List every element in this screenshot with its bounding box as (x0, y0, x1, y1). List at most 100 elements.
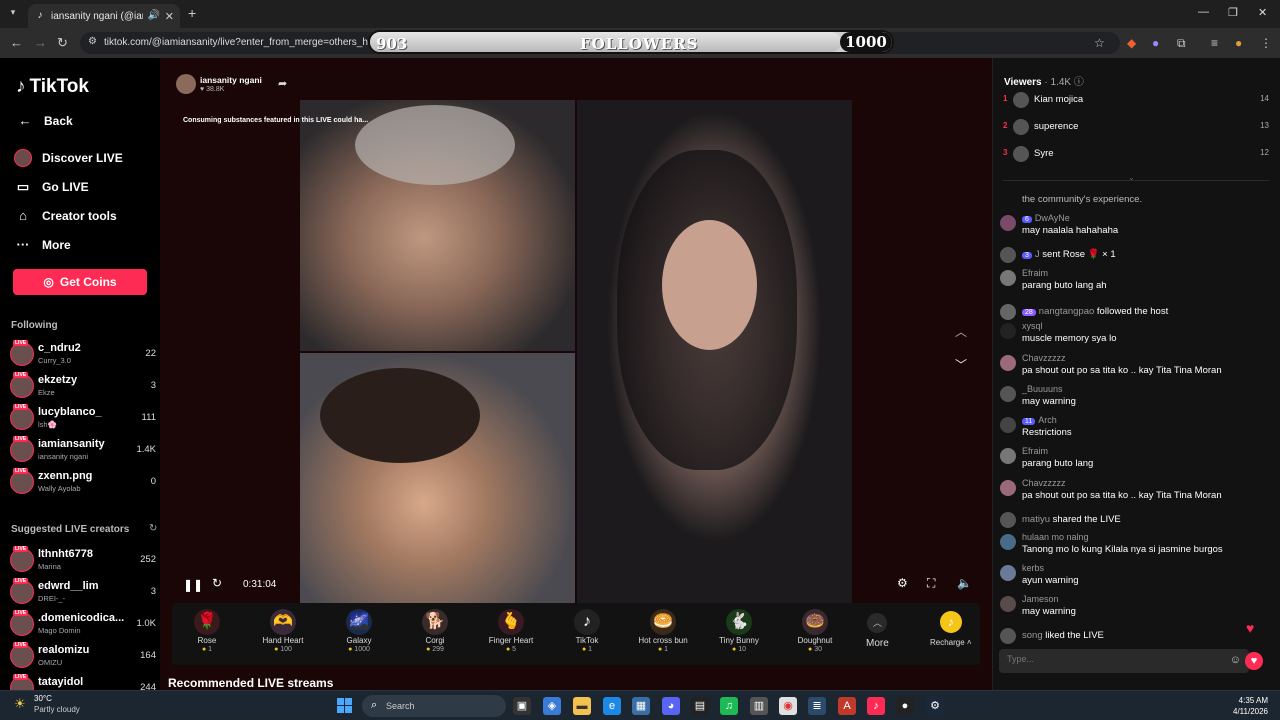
gift-item[interactable]: ♪ TikTok ● 1 (552, 609, 622, 653)
top-viewer-row[interactable]: 1 Kian mojica 14 (1003, 91, 1269, 111)
edge-icon[interactable]: e (603, 697, 621, 715)
following-account[interactable]: LIVE c_ndru2 Curry_3.0 22 (10, 340, 158, 368)
like-heart-icon[interactable]: ♥ (1245, 652, 1263, 670)
close-tab-icon[interactable]: ✕ (165, 10, 174, 23)
chat-username[interactable]: Efraim (1022, 446, 1048, 456)
close-window-icon[interactable]: ✕ (1258, 6, 1267, 19)
emoji-icon[interactable]: ☺ (1230, 654, 1241, 666)
new-tab-icon[interactable]: + (188, 5, 196, 21)
app-icon-2[interactable]: ● (896, 697, 914, 715)
following-account[interactable]: LIVE zxenn.png Wally Ayolab 0 (10, 468, 158, 496)
fullscreen-icon[interactable]: ⛶ (927, 576, 935, 591)
volume-icon[interactable]: 🔈 (957, 576, 972, 590)
gift-item[interactable]: 🌌 Galaxy ● 1000 (324, 609, 394, 653)
nav-more[interactable]: ··· More (14, 237, 71, 252)
extensions-puzzle-icon[interactable]: ⧉ (1177, 36, 1186, 51)
previous-stream-icon[interactable]: ︿ (955, 323, 967, 340)
get-coins-button[interactable]: ◎ Get Coins (13, 269, 147, 295)
gift-item[interactable]: 🌹 Rose ● 1 (172, 609, 242, 653)
tiktok-taskbar-icon[interactable]: ♪ (867, 697, 885, 715)
gift-item[interactable]: 🐇 Tiny Bunny ● 10 (704, 609, 774, 653)
chat-input-box[interactable]: ☺ (999, 649, 1249, 673)
taskbar-search[interactable]: ⌕ Search (362, 695, 506, 717)
adobe-icon[interactable]: A (838, 697, 856, 715)
chat-username[interactable]: kerbs (1022, 563, 1044, 573)
suggested-account[interactable]: LIVE edwrd__lim DREI-_- 3 (10, 578, 158, 606)
site-info-icon[interactable]: ⚙ (88, 36, 97, 47)
following-account[interactable]: LIVE iamiansanity iansanity ngani 1.4K (10, 436, 158, 464)
recharge-button[interactable]: ♪ Recharge ˄ (930, 611, 972, 647)
top-viewer-row[interactable]: 3 Syre 12 (1003, 145, 1269, 165)
chat-username[interactable]: Jameson (1022, 594, 1059, 604)
browser-menu-icon[interactable]: ⋮ (1260, 36, 1272, 50)
chat-avatar[interactable] (1000, 355, 1016, 371)
chat-username[interactable]: 6 DwAyNe (1022, 213, 1070, 223)
gift-item[interactable]: 🥯 Hot cross bun ● 1 (628, 609, 698, 653)
chat-username[interactable]: hulaan mo nalng (1022, 532, 1089, 542)
chat-avatar[interactable] (1000, 512, 1016, 528)
pause-icon[interactable]: ❚❚ (183, 578, 203, 592)
suggested-account[interactable]: LIVE lthnht6778 Marina 252 (10, 546, 158, 574)
chat-avatar[interactable] (1000, 596, 1016, 612)
next-stream-icon[interactable]: ﹀ (955, 356, 967, 373)
minimize-icon[interactable]: — (1198, 6, 1209, 18)
tiktok-logo[interactable]: ♪ TikTok (16, 76, 89, 98)
chat-avatar[interactable] (1000, 270, 1016, 286)
chat-username[interactable]: Chavzzzzz (1022, 353, 1066, 363)
chat-avatar[interactable] (1000, 534, 1016, 550)
top-viewer-row[interactable]: 2 superence 13 (1003, 118, 1269, 138)
chat-username-text[interactable]: nangtangpao (1039, 306, 1094, 317)
audio-icon[interactable]: 🔊 (148, 10, 160, 22)
chat-username-text[interactable]: matiyu (1022, 514, 1050, 525)
viewers-header[interactable]: Viewers · 1.4K ⓘ (1004, 73, 1084, 88)
chat-avatar[interactable] (1000, 480, 1016, 496)
chat-avatar[interactable] (1000, 247, 1016, 263)
copilot-icon[interactable]: ◈ (543, 697, 561, 715)
extension-fox-icon[interactable]: ◆ (1127, 36, 1136, 50)
tab-list-icon[interactable]: ▾ (6, 7, 20, 21)
spotify-icon[interactable]: ♫ (720, 697, 738, 715)
back-arrow-icon[interactable]: ← (10, 35, 23, 50)
chat-avatar[interactable] (1000, 304, 1016, 320)
chat-username-text[interactable]: song (1022, 630, 1043, 641)
video-tile-guest-2[interactable] (577, 100, 852, 603)
task-view-icon[interactable]: ▣ (513, 697, 531, 715)
following-account[interactable]: LIVE ekzetzy Ekze 3 (10, 372, 158, 400)
video-tile-host[interactable] (300, 100, 575, 351)
chat-username[interactable]: _Buuuuns (1022, 384, 1063, 394)
share-icon[interactable]: ➦ (278, 77, 287, 90)
system-clock[interactable]: 4:35 AM 4/11/2026 (1233, 695, 1268, 717)
chat-username[interactable]: Efraim (1022, 268, 1048, 278)
chat-avatar[interactable] (1000, 386, 1016, 402)
host-name[interactable]: iansanity ngani (200, 75, 262, 85)
chat-input[interactable] (1007, 654, 1207, 664)
nav-creator-tools[interactable]: ⌂ Creator tools (14, 208, 117, 223)
chrome-icon[interactable]: ◉ (779, 697, 797, 715)
suggested-account[interactable]: LIVE realomizu OMIZU 164 (10, 642, 158, 670)
gift-item[interactable]: 🐕 Corgi ● 299 (400, 609, 470, 653)
maximize-icon[interactable]: ❐ (1228, 6, 1238, 19)
host-avatar[interactable] (176, 74, 196, 94)
browser-tab[interactable]: ♪ iansanity ngani (@iamiansa... 🔊 ✕ (28, 4, 180, 28)
chat-username[interactable]: 11 Arch (1022, 415, 1057, 425)
refresh-icon[interactable]: ↻ (149, 523, 157, 534)
chat-avatar[interactable] (1000, 417, 1016, 433)
gift-item[interactable]: 🫶 Hand Heart ● 100 (248, 609, 318, 653)
profile-avatar[interactable]: ● (1235, 36, 1242, 50)
more-gifts-button[interactable]: ︿ More (866, 613, 889, 649)
file-explorer-icon[interactable]: ▬ (573, 697, 591, 715)
app-icon-1[interactable]: ▤ (691, 697, 709, 715)
bookmark-star-icon[interactable]: ☆ (1094, 36, 1105, 50)
refresh-stream-icon[interactable]: ↻ (212, 576, 222, 590)
info-icon[interactable]: ⓘ (1074, 77, 1084, 88)
chat-username[interactable]: Chavzzzzz (1022, 478, 1066, 488)
gift-item[interactable]: 🫰 Finger Heart ● 5 (476, 609, 546, 653)
chat-avatar[interactable] (1000, 565, 1016, 581)
store-icon[interactable]: ▦ (632, 697, 650, 715)
steam-icon[interactable]: ⚙ (926, 697, 944, 715)
suggested-account[interactable]: LIVE .domenicodica... Mago Domin 1.0K (10, 610, 158, 638)
chat-username-text[interactable]: J (1035, 249, 1040, 260)
back-link[interactable]: ← Back (16, 113, 73, 128)
chat-avatar[interactable] (1000, 215, 1016, 231)
discord-icon[interactable]: ◕ (662, 697, 680, 715)
